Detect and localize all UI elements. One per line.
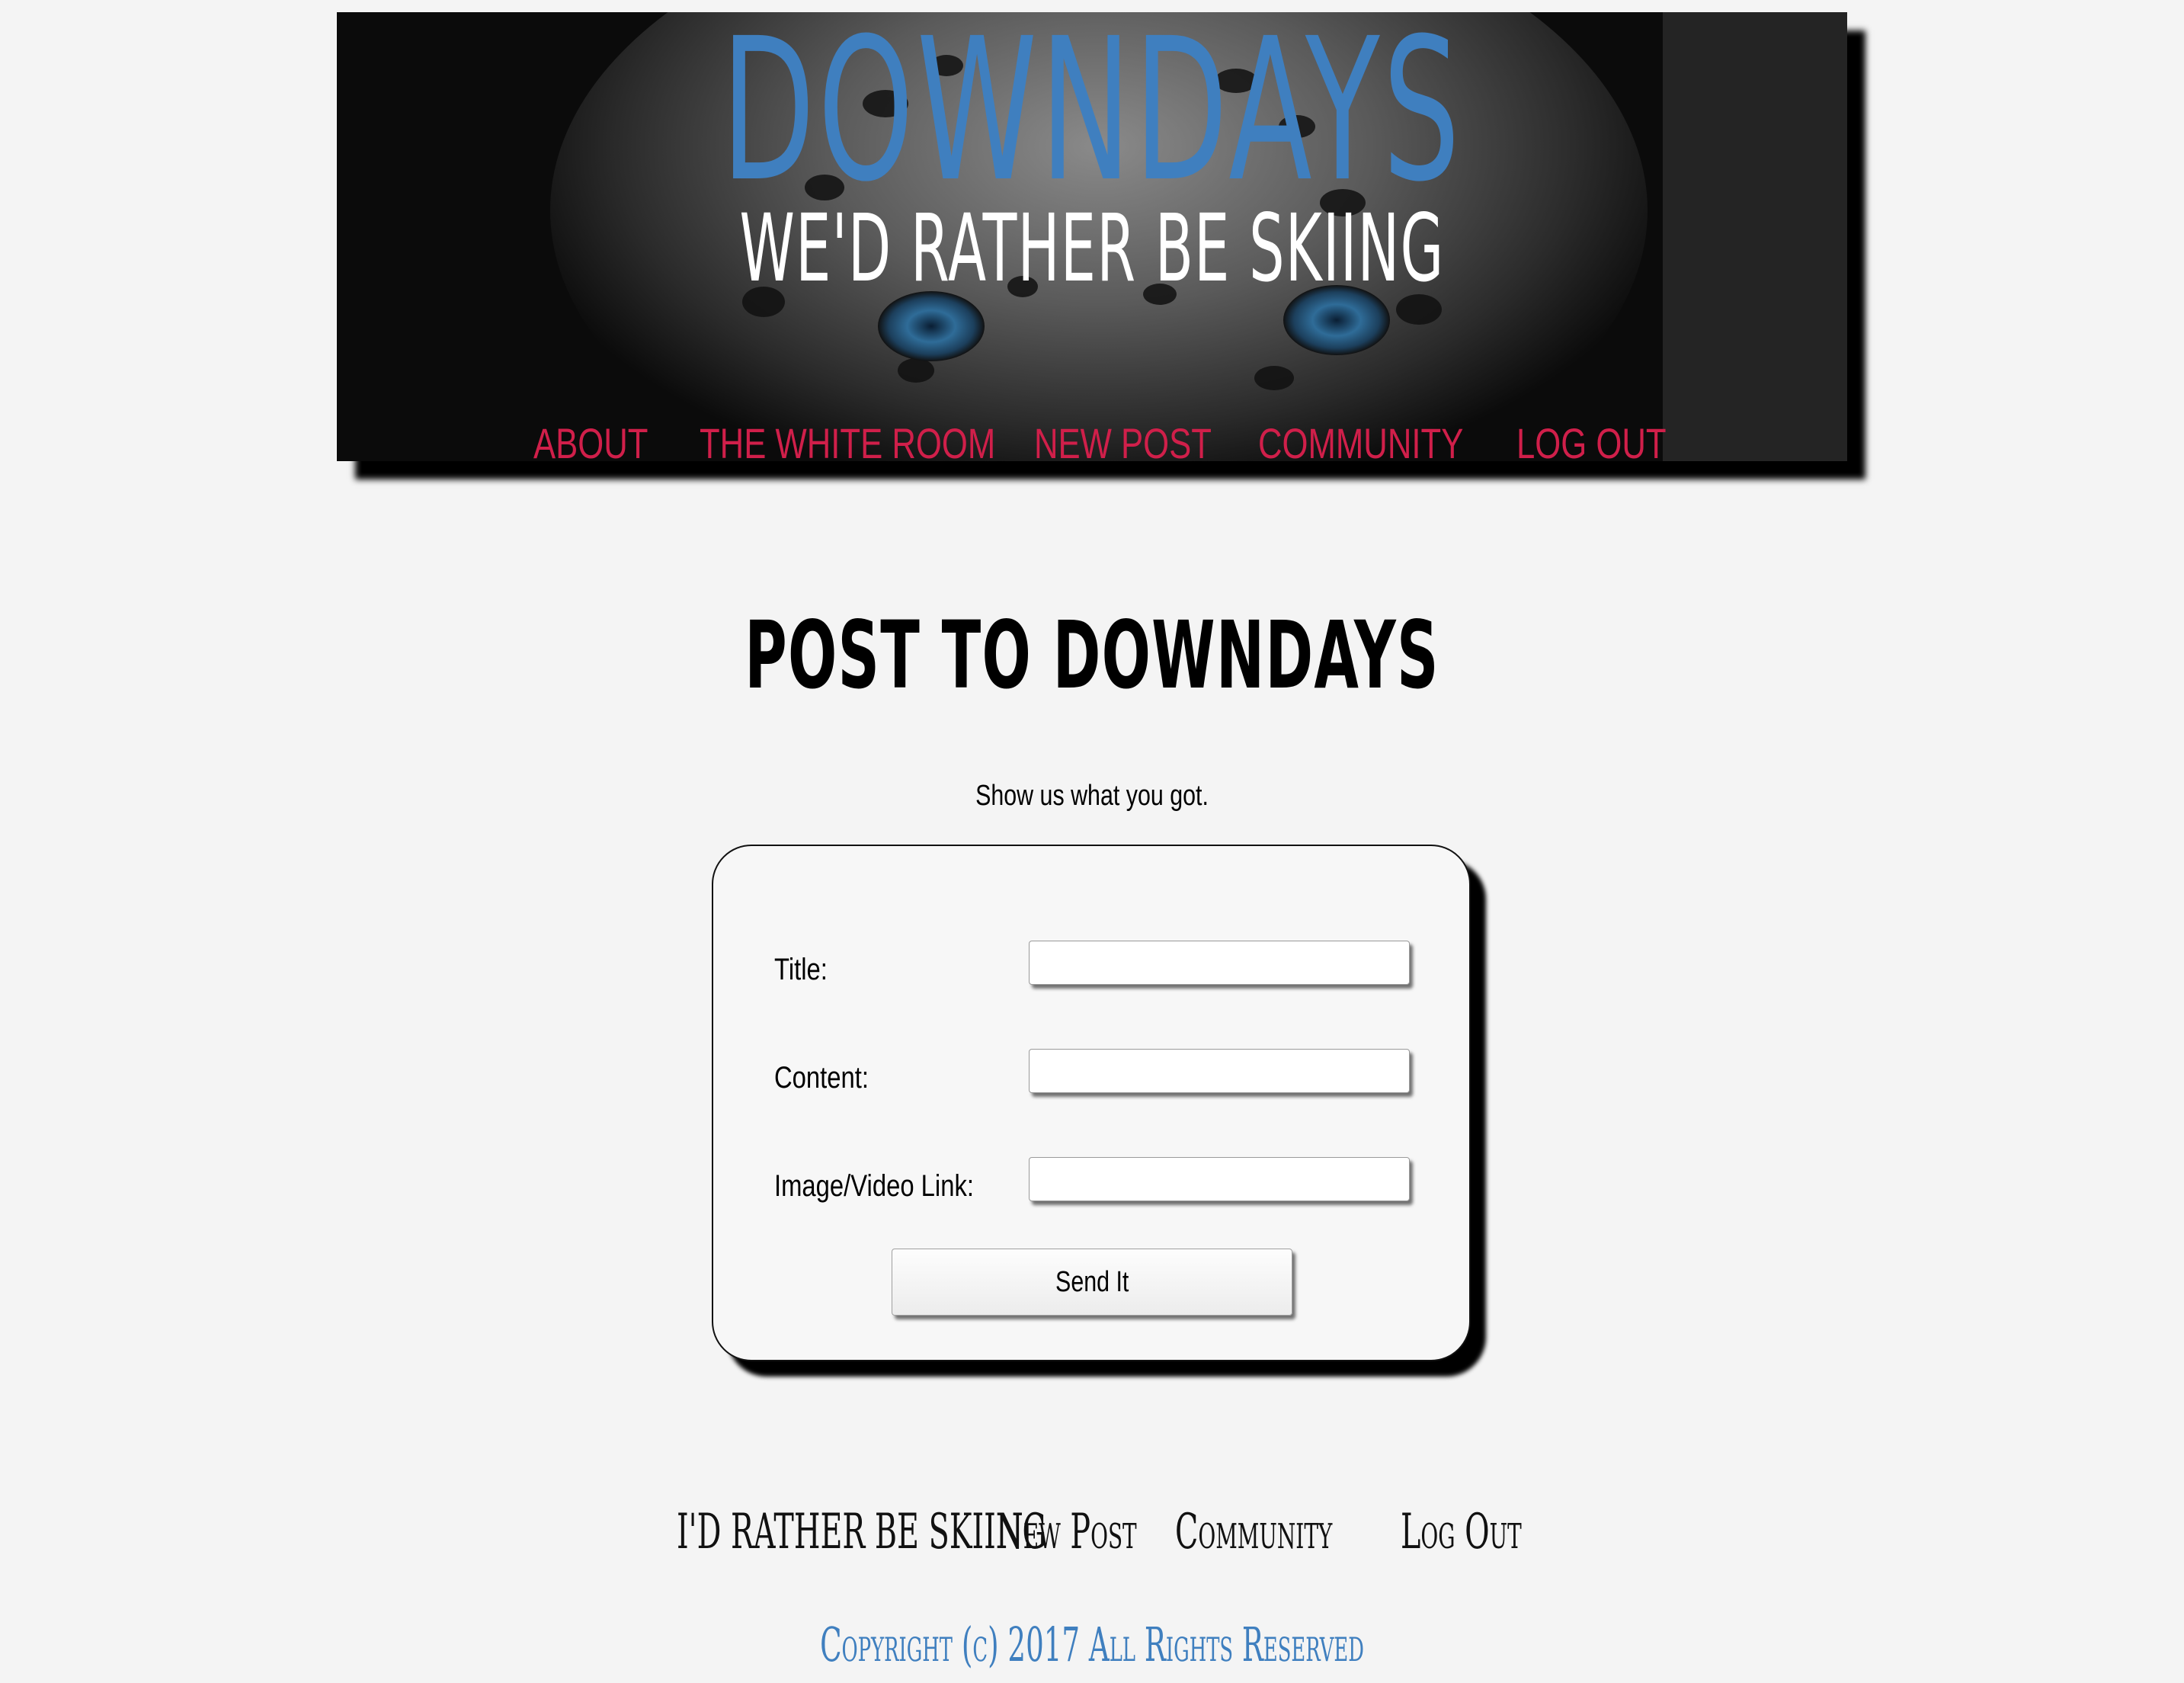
header-banner: DOWNDAYS WE'D RATHER BE SKIING ABOUT THE… [337,12,1847,461]
content-label: Content: [774,1061,869,1095]
media-link-input[interactable] [1029,1157,1410,1201]
nav-about[interactable]: ABOUT [533,415,648,461]
content-input[interactable] [1029,1049,1410,1093]
nav-community[interactable]: COMMUNITY [1258,415,1463,461]
footer-link-community[interactable]: Community [1175,1500,1332,1564]
send-it-button[interactable]: Send It [892,1249,1292,1316]
page-title: POST TO DOWNDAYS [745,601,1439,710]
page-subtitle: Show us what you got. [975,780,1209,812]
site-title: DOWNDAYS [721,12,1463,225]
copyright-notice: Copyright (c) 2017 All Rights Reserved [820,1617,1364,1672]
title-label: Title: [774,953,828,986]
footer-link-new-post[interactable]: New Post [997,1500,1137,1564]
title-input[interactable] [1029,941,1410,985]
nav-log-out[interactable]: LOG OUT [1516,415,1667,461]
main-nav: ABOUT THE WHITE ROOM NEW POST COMMUNITY … [337,415,1847,461]
footer-link-rather-be-skiing[interactable]: I'D RATHER BE SKIING [677,1500,1046,1564]
footer-link-log-out[interactable]: Log Out [1401,1500,1522,1564]
media-link-label: Image/Video Link: [774,1169,974,1203]
send-it-label: Send It [1055,1266,1129,1298]
nav-white-room[interactable]: THE WHITE ROOM [700,415,995,461]
site-tagline: WE'D RATHER BE SKIING [739,194,1445,303]
new-post-form: Title: Content: Image/Video Link: Send I… [712,845,1471,1361]
nav-new-post[interactable]: NEW POST [1034,415,1212,461]
